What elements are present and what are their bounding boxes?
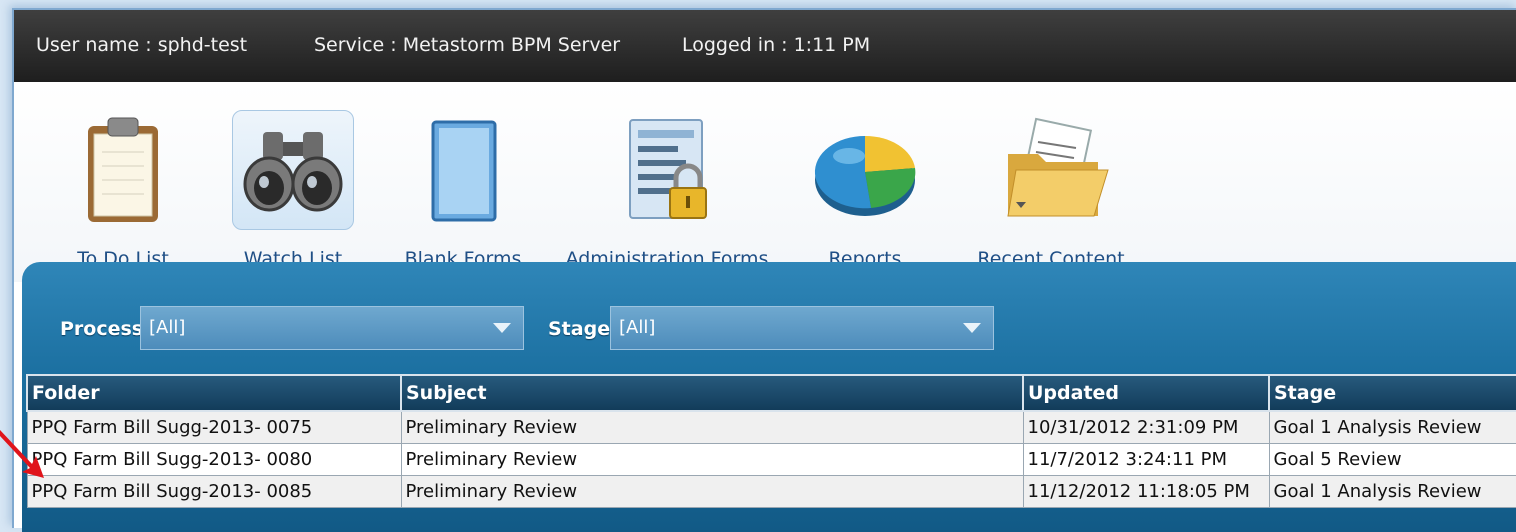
toolbar-item-to-do-list[interactable]: To Do List (58, 82, 188, 282)
stage-select-value: [All] (619, 317, 656, 338)
column-header-folder[interactable]: Folder (26, 374, 402, 412)
cell-subject[interactable]: Preliminary Review (400, 443, 1024, 476)
table-row[interactable]: PPQ Farm Bill Sugg-2013- 0085 Preliminar… (26, 475, 1516, 508)
clipboard-icon (88, 117, 158, 222)
stage-select[interactable]: [All] (610, 306, 994, 350)
user-name-text: User name : sphd-test (36, 34, 248, 56)
stage-filter-label: Stage (548, 318, 611, 340)
cell-subject[interactable]: Preliminary Review (400, 475, 1024, 508)
logged-in-text: Logged in : 1:11 PM (682, 34, 871, 56)
cell-subject[interactable]: Preliminary Review (400, 410, 1024, 444)
cell-stage[interactable]: Goal 1 Analysis Review (1268, 410, 1516, 444)
column-header-subject[interactable]: Subject (400, 374, 1024, 412)
service-text: Service : Metastorm BPM Server (314, 34, 621, 56)
cell-folder[interactable]: PPQ Farm Bill Sugg-2013- 0075 (26, 410, 402, 444)
toolbar-item-reports[interactable]: Reports (810, 82, 920, 282)
pie-chart-icon (814, 135, 916, 216)
binoculars-icon (243, 132, 343, 212)
cell-folder[interactable]: PPQ Farm Bill Sugg-2013- 0080 (26, 443, 402, 476)
toolbar-item-administration-forms[interactable]: Administration Forms (562, 82, 772, 282)
chevron-down-icon (493, 323, 511, 333)
cell-updated[interactable]: 11/7/2012 3:24:11 PM (1022, 443, 1270, 476)
table-row[interactable]: PPQ Farm Bill Sugg-2013- 0075 Preliminar… (26, 410, 1516, 444)
process-select-value: [All] (149, 317, 186, 338)
process-select[interactable]: [All] (140, 306, 524, 350)
main-toolbar: To Do List Watch List Blank Forms Admini… (14, 82, 1516, 282)
locked-form-icon (629, 119, 707, 219)
process-filter-label: Process (60, 318, 144, 340)
cell-folder[interactable]: PPQ Farm Bill Sugg-2013- 0085 (26, 475, 402, 508)
cell-updated[interactable]: 11/12/2012 11:18:05 PM (1022, 475, 1270, 508)
chevron-down-icon (963, 323, 981, 333)
cell-updated[interactable]: 10/31/2012 2:31:09 PM (1022, 410, 1270, 444)
table-row[interactable]: PPQ Farm Bill Sugg-2013- 0080 Preliminar… (26, 443, 1516, 476)
toolbar-item-recent-content[interactable]: Recent Content (966, 82, 1136, 282)
watch-list-table: Folder Subject Updated Stage PPQ Farm Bi… (26, 374, 1516, 508)
cell-stage[interactable]: Goal 1 Analysis Review (1268, 475, 1516, 508)
toolbar-item-blank-forms[interactable]: Blank Forms (398, 82, 528, 282)
column-header-stage[interactable]: Stage (1268, 374, 1516, 412)
table-header-row: Folder Subject Updated Stage (26, 374, 1516, 412)
red-pointer-arrow-icon (0, 430, 44, 478)
blank-form-icon (431, 120, 497, 222)
folder-icon (1007, 117, 1109, 217)
column-header-updated[interactable]: Updated (1022, 374, 1270, 412)
toolbar-item-watch-list[interactable]: Watch List (228, 82, 358, 282)
cell-stage[interactable]: Goal 5 Review (1268, 443, 1516, 476)
status-bar: User name : sphd-test Service : Metastor… (14, 10, 1516, 82)
